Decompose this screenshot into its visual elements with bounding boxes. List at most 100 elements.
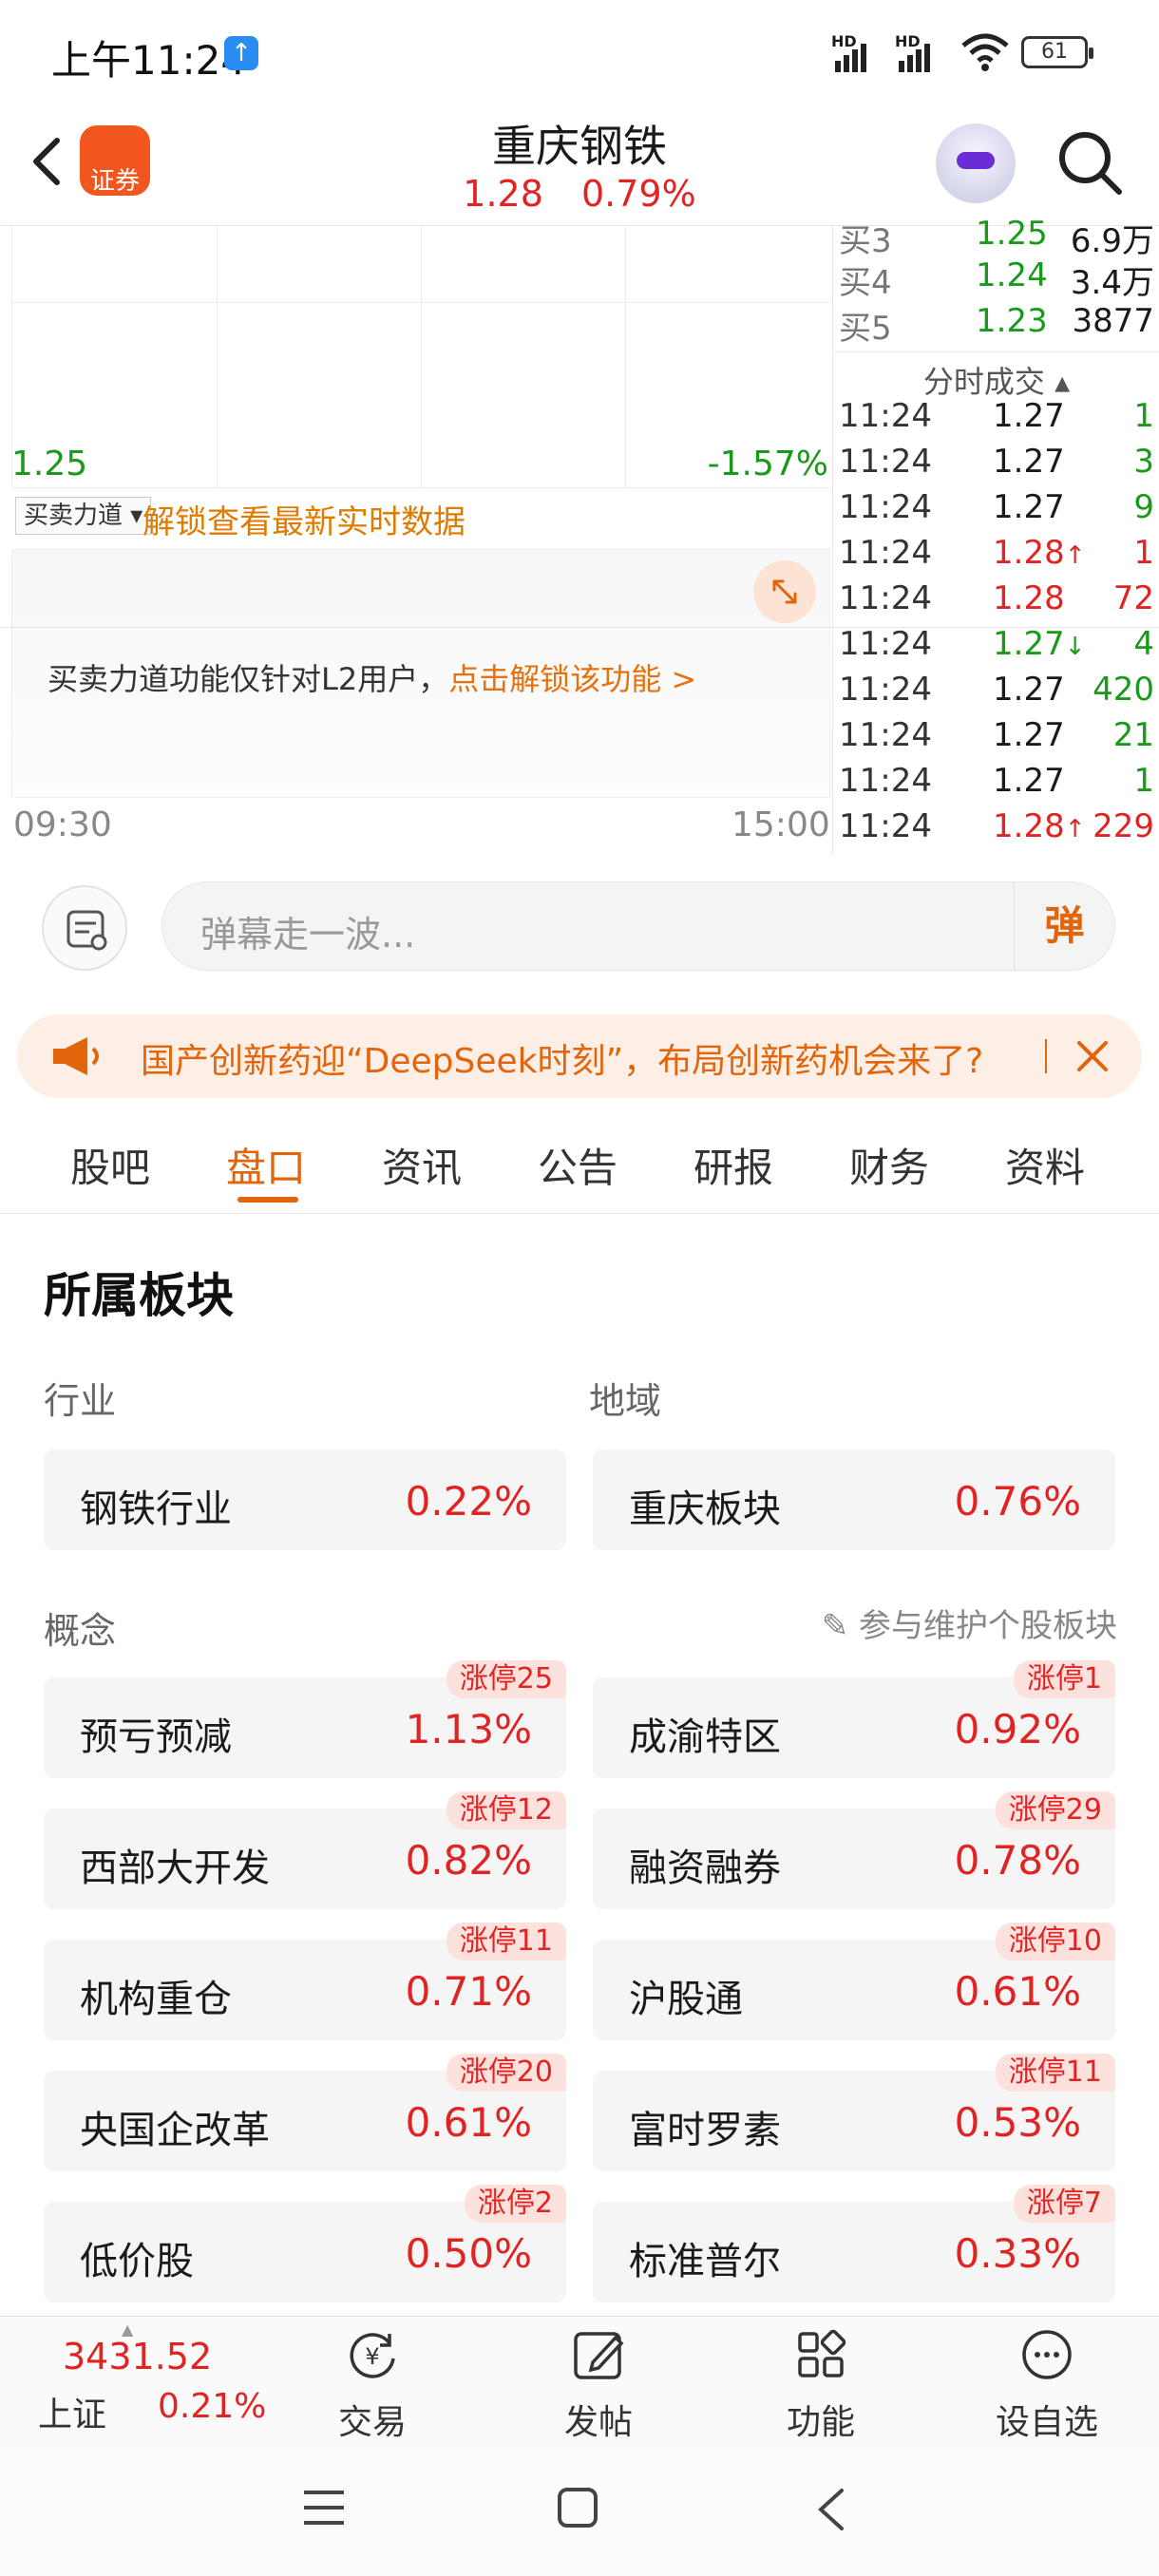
system-nav-bar — [0, 2445, 1159, 2576]
limit-up-badge: 涨停11 — [446, 1923, 566, 1960]
intraday-chart[interactable]: 1.25 -1.57% 买卖力道 ▾ 解锁查看最新实时数据 买卖力道功能仅针对L… — [0, 226, 832, 855]
concept-name: 预亏预减 — [80, 1715, 232, 1759]
concept-pct: 0.71% — [405, 1968, 532, 2015]
edit-icon: ✎ — [821, 1607, 849, 1645]
ticks-header[interactable]: 分时成交 ▴ — [833, 351, 1159, 400]
tick-time: 11:24 — [839, 807, 932, 845]
sector-pct: 0.22% — [405, 1478, 532, 1525]
nav-trade[interactable]: ¥ 交易 — [306, 2324, 439, 2444]
concept-card[interactable]: 富时罗素 0.53% 涨停11 — [593, 2054, 1115, 2171]
limit-up-badge: 涨停29 — [995, 1791, 1115, 1829]
danmu-settings-icon[interactable] — [42, 885, 127, 971]
tab-profile[interactable]: 资料 — [1005, 1136, 1085, 1194]
concept-card[interactable]: 西部大开发 0.82% 涨停12 — [44, 1791, 566, 1909]
tick-time: 11:24 — [839, 534, 932, 572]
concept-pct: 1.13% — [405, 1706, 532, 1752]
close-icon[interactable] — [1068, 1032, 1117, 1081]
tick-price: 1.27 — [993, 716, 1065, 754]
tab-announcements[interactable]: 公告 — [538, 1136, 618, 1194]
concept-card[interactable]: 标准普尔 0.33% 涨停7 — [593, 2185, 1115, 2302]
concept-name: 标准普尔 — [629, 2240, 781, 2283]
time-axis-end: 15:00 — [732, 805, 830, 844]
menu-icon[interactable] — [302, 2489, 346, 2527]
tick-time: 11:24 — [839, 762, 932, 800]
concept-pct: 0.53% — [954, 2099, 1081, 2146]
limit-up-badge: 涨停20 — [446, 2054, 566, 2092]
unlock-realtime-link[interactable]: 解锁查看最新实时数据 — [142, 496, 466, 542]
stock-change-pct: 0.79% — [580, 173, 696, 215]
tick-volume: 420 — [1092, 671, 1154, 709]
concept-name: 央国企改革 — [80, 2109, 270, 2152]
tick-time: 11:24 — [839, 488, 932, 526]
bid-row: 买5 1.23 3877 — [839, 302, 1154, 348]
sector-name: 重庆板块 — [629, 1487, 781, 1531]
assistant-avatar-icon[interactable] — [936, 123, 1016, 203]
index-value[interactable]: 3431.52 — [63, 2336, 212, 2377]
tab-research[interactable]: 研报 — [694, 1136, 773, 1194]
sector-card-region[interactable]: 重庆板块 0.76% — [593, 1449, 1115, 1550]
edit-post-icon — [574, 2332, 624, 2379]
danmu-input[interactable]: 弹幕走一波... 弹 — [162, 881, 1115, 971]
tick-row: 11:24 1.28↑ 1 — [833, 534, 1159, 579]
indicator-select[interactable]: 买卖力道 ▾ — [15, 497, 152, 535]
concept-card[interactable]: 成渝特区 0.92% 涨停1 — [593, 1660, 1115, 1778]
region-label: 地域 — [589, 1380, 662, 1422]
tick-volume: 1 — [1133, 762, 1154, 800]
tick-price: 1.27 — [993, 762, 1065, 800]
nav-add-watchlist[interactable]: 设自选 — [980, 2324, 1113, 2444]
nav-trade-label: 交易 — [337, 2403, 407, 2442]
tick-row: 11:24 1.27↓ 4 — [833, 625, 1159, 671]
wifi-icon — [961, 33, 1009, 71]
concept-card[interactable]: 融资融券 0.78% 涨停29 — [593, 1791, 1115, 1909]
news-banner[interactable]: 国产创新药迎“DeepSeek时刻”，布局创新药机会来了? — [17, 1014, 1142, 1098]
limit-up-badge: 涨停10 — [995, 1923, 1115, 1960]
status-time: 上午11:24 — [51, 37, 247, 84]
tick-price: 1.27 — [993, 397, 1065, 435]
sector-card-industry[interactable]: 钢铁行业 0.22% — [44, 1449, 566, 1550]
limit-up-badge: 涨停2 — [464, 2185, 566, 2223]
tick-row: 11:24 1.27 9 — [833, 488, 1159, 534]
expand-icon[interactable] — [753, 560, 816, 623]
tick-row: 11:24 1.27 420 — [833, 671, 1159, 716]
index-pct: 0.21% — [158, 2387, 267, 2426]
concept-card[interactable]: 沪股通 0.61% 涨停10 — [593, 1923, 1115, 2040]
concept-name: 成渝特区 — [629, 1715, 781, 1759]
tick-time: 11:24 — [839, 579, 932, 617]
nav-back-icon[interactable] — [813, 2487, 847, 2532]
unlock-feature-link[interactable]: 点击解锁该功能 > — [448, 661, 696, 697]
order-book-panel: 买3 1.25 6.9万 买4 1.24 3.4万 买5 1.23 3877 分时成交 ▴ … — [832, 215, 1159, 855]
limit-up-badge: 涨停25 — [446, 1660, 566, 1698]
danmu-send-button[interactable]: 弹 — [1014, 882, 1114, 970]
concept-pct: 0.61% — [405, 2099, 532, 2146]
search-icon[interactable] — [1054, 127, 1127, 199]
concept-pct: 0.92% — [954, 1706, 1081, 1752]
limit-up-badge: 涨停1 — [1013, 1660, 1115, 1698]
maintain-sector-link[interactable]: ✎ 参与维护个股板块 — [822, 1600, 1117, 1646]
tab-news[interactable]: 资讯 — [382, 1136, 462, 1194]
industry-label: 行业 — [44, 1380, 117, 1422]
section-title: 所属板块 — [44, 1268, 234, 1323]
time-axis-start: 09:30 — [13, 805, 112, 844]
active-tab-underline — [238, 1197, 298, 1203]
ticks-header-label: 分时成交 — [922, 364, 1045, 400]
concept-card[interactable]: 预亏预减 1.13% 涨停25 — [44, 1660, 566, 1778]
maintain-sector-text: 参与维护个股板块 — [859, 1607, 1117, 1645]
concept-pct: 0.50% — [405, 2230, 532, 2277]
sector-name: 钢铁行业 — [80, 1487, 232, 1531]
bid-row: 买4 1.24 3.4万 — [839, 256, 1154, 302]
tab-pankou[interactable]: 盘口 — [226, 1136, 306, 1194]
concept-card[interactable]: 机构重仓 0.71% 涨停11 — [44, 1923, 566, 2040]
tick-volume: 229 — [1092, 807, 1154, 845]
home-icon[interactable] — [557, 2487, 598, 2529]
nav-add-watchlist-label: 设自选 — [995, 2403, 1098, 2442]
concept-card[interactable]: 低价股 0.50% 涨停2 — [44, 2185, 566, 2302]
tick-price: 1.28 — [993, 579, 1065, 617]
l2-message: 买卖力道功能仅针对L2用户，点击解锁该功能 > — [48, 655, 696, 699]
nav-post[interactable]: 发帖 — [532, 2324, 665, 2444]
concept-card[interactable]: 央国企改革 0.61% 涨停20 — [44, 2054, 566, 2171]
indicator-select-label: 买卖力道 — [24, 502, 124, 530]
nav-functions[interactable]: 功能 — [754, 2324, 887, 2444]
tab-guba[interactable]: 股吧 — [70, 1136, 150, 1194]
tab-finance[interactable]: 财务 — [849, 1136, 929, 1194]
concept-name: 西部大开发 — [80, 1847, 270, 1890]
